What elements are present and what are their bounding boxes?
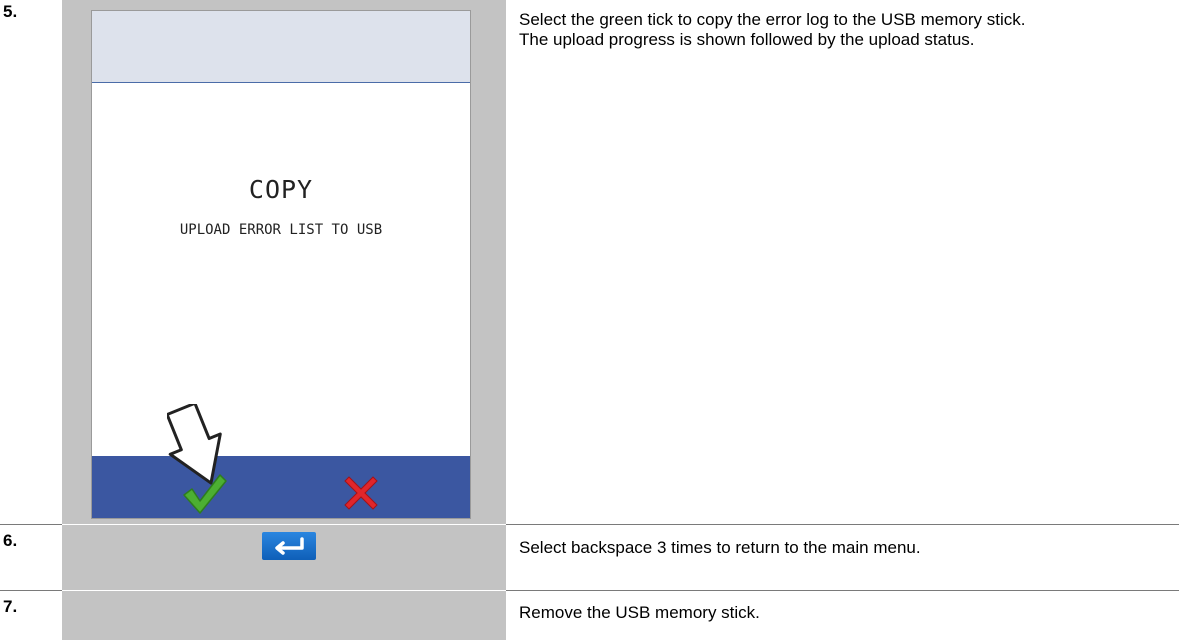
step-description: Select the green tick to copy the error … bbox=[519, 10, 1169, 50]
step-description: Remove the USB memory stick. bbox=[519, 603, 760, 622]
row-divider bbox=[506, 590, 1179, 591]
screen-header bbox=[92, 11, 470, 83]
image-column bbox=[62, 591, 506, 640]
step-number: 6. bbox=[3, 531, 18, 550]
screen-title: COPY bbox=[248, 175, 314, 204]
device-screen: COPY UPLOAD ERROR LIST TO USB bbox=[91, 10, 471, 519]
step-number: 7. bbox=[3, 597, 18, 616]
row-divider bbox=[0, 590, 62, 591]
step-description-line: The upload progress is shown followed by… bbox=[519, 30, 975, 49]
pointer-arrow-icon bbox=[167, 404, 222, 485]
row-divider bbox=[0, 524, 62, 525]
step-description-line: Select the green tick to copy the error … bbox=[519, 10, 1026, 29]
red-cross-icon[interactable] bbox=[339, 471, 383, 515]
backspace-button[interactable] bbox=[262, 532, 316, 560]
row-divider bbox=[506, 524, 1179, 525]
screen-action-bar bbox=[92, 456, 470, 518]
backspace-icon bbox=[275, 537, 304, 555]
step-number: 5. bbox=[3, 2, 18, 21]
screen-subtitle: UPLOAD ERROR LIST TO USB bbox=[179, 222, 383, 238]
step-description: Select backspace 3 times to return to th… bbox=[519, 538, 921, 557]
